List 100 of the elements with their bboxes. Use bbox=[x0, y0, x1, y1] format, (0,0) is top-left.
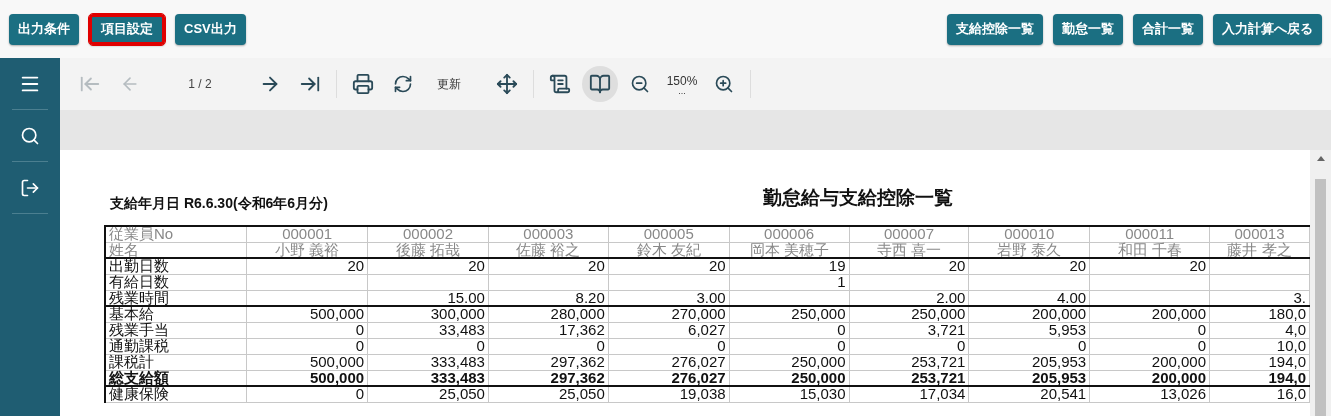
zoom-more[interactable]: ... bbox=[678, 88, 686, 94]
table-cell: 鈴木 友紀 bbox=[608, 242, 730, 258]
table-cell: 15,030 bbox=[729, 386, 850, 402]
row-label: 通勤課税 bbox=[105, 338, 247, 354]
row-label: 残業手当 bbox=[105, 322, 247, 338]
table-cell: 250,000 bbox=[849, 306, 969, 322]
toolbar-button[interactable]: 入力計算へ戻る bbox=[1213, 13, 1322, 45]
table-cell: 後藤 拓哉 bbox=[367, 242, 489, 258]
table-cell: 5,953 bbox=[968, 322, 1090, 338]
table-cell: 280,000 bbox=[488, 306, 609, 322]
table-cell: 276,027 bbox=[608, 370, 730, 386]
book-icon[interactable] bbox=[582, 66, 618, 102]
table-cell: 20 bbox=[367, 258, 489, 274]
table-cell: 000013 bbox=[1209, 226, 1310, 242]
zoom-level[interactable]: 150% bbox=[666, 74, 698, 88]
table-cell: 276,027 bbox=[608, 354, 730, 370]
table-cell: 250,000 bbox=[729, 306, 850, 322]
exit-icon[interactable] bbox=[20, 177, 40, 198]
table-cell: 藤井 孝之 bbox=[1209, 242, 1310, 258]
table-cell: 4,0 bbox=[1209, 322, 1310, 338]
toolbar-button[interactable]: 合計一覧 bbox=[1133, 13, 1203, 45]
row-label: 健康保険 bbox=[105, 386, 247, 402]
table-cell: 20 bbox=[488, 258, 609, 274]
table-cell: 4.00 bbox=[968, 290, 1090, 306]
toolbar-button[interactable]: 項目設定 bbox=[89, 13, 165, 45]
table-cell: 000010 bbox=[968, 226, 1090, 242]
scroll-up-icon[interactable] bbox=[1316, 156, 1325, 161]
table-cell: 253,721 bbox=[849, 370, 969, 386]
table-cell: 297,362 bbox=[488, 354, 609, 370]
table-cell: 小野 義裕 bbox=[246, 242, 368, 258]
table-cell: 000001 bbox=[246, 226, 368, 242]
table-cell: 1 bbox=[729, 274, 850, 290]
refresh-label[interactable]: 更新 bbox=[437, 75, 461, 93]
row-label: 姓名 bbox=[105, 242, 247, 258]
table-cell: 3. bbox=[1209, 290, 1310, 306]
table-cell: 200,000 bbox=[1089, 370, 1210, 386]
table-cell: 0 bbox=[968, 338, 1090, 354]
row-label: 基本給 bbox=[105, 306, 247, 322]
table-cell: 180,0 bbox=[1209, 306, 1310, 322]
table-cell: 19 bbox=[729, 258, 850, 274]
page-indicator: 1 / 2 bbox=[187, 77, 213, 91]
table-cell: 0 bbox=[729, 322, 850, 338]
pay-date: 支給年月日 R6.6.30(令和6年6月分) bbox=[110, 195, 328, 213]
table-cell: 0 bbox=[246, 338, 368, 354]
table-cell: 寺西 喜一 bbox=[849, 242, 969, 258]
table-cell: 200,000 bbox=[1089, 354, 1210, 370]
table-cell: 0 bbox=[729, 338, 850, 354]
table-cell: 25,050 bbox=[367, 386, 489, 402]
table-cell: 6,027 bbox=[608, 322, 730, 338]
table-cell: 205,953 bbox=[968, 370, 1090, 386]
table-cell: 500,000 bbox=[246, 354, 368, 370]
table-cell: 300,000 bbox=[367, 306, 489, 322]
table-cell: 500,000 bbox=[246, 370, 368, 386]
table-cell: 3,721 bbox=[849, 322, 969, 338]
table-cell: 0 bbox=[1089, 338, 1210, 354]
row-label: 残業時間 bbox=[105, 290, 247, 306]
table-cell: 0 bbox=[1089, 322, 1210, 338]
table-cell: 20 bbox=[608, 258, 730, 274]
table-cell: 17,034 bbox=[849, 386, 969, 402]
table-cell: 000005 bbox=[608, 226, 730, 242]
table-cell: 0 bbox=[367, 338, 489, 354]
table-cell: 19,038 bbox=[608, 386, 730, 402]
report-title: 勤怠給与支給控除一覧 bbox=[762, 186, 953, 210]
toolbar-button[interactable]: 出力条件 bbox=[9, 13, 79, 45]
table-cell: 2.00 bbox=[849, 290, 969, 306]
toolbar-button[interactable]: 支給控除一覧 bbox=[947, 13, 1043, 45]
table-cell: 20 bbox=[968, 258, 1090, 274]
search-icon[interactable] bbox=[20, 125, 40, 146]
table-cell: 250,000 bbox=[729, 354, 850, 370]
toolbar-button[interactable]: CSV出力 bbox=[175, 13, 246, 45]
table-cell: 194,0 bbox=[1209, 354, 1310, 370]
toolbar-button[interactable]: 勤怠一覧 bbox=[1053, 13, 1123, 45]
table-cell: 000006 bbox=[729, 226, 850, 242]
table-cell: 270,000 bbox=[608, 306, 730, 322]
table-cell: 佐藤 裕之 bbox=[488, 242, 609, 258]
row-label: 出勤日数 bbox=[105, 258, 247, 274]
table-cell: 岩野 泰久 bbox=[968, 242, 1090, 258]
table-cell: 10,0 bbox=[1209, 338, 1310, 354]
table-cell: 33,483 bbox=[367, 322, 489, 338]
table-cell: 20 bbox=[849, 258, 969, 274]
table-cell: 333,483 bbox=[367, 370, 489, 386]
table-cell: 200,000 bbox=[968, 306, 1090, 322]
table-cell: 20 bbox=[246, 258, 368, 274]
table-cell: 297,362 bbox=[488, 370, 609, 386]
table-cell: 25,050 bbox=[488, 386, 609, 402]
table-cell: 和田 千春 bbox=[1089, 242, 1210, 258]
scrollbar[interactable] bbox=[1310, 150, 1331, 416]
table-cell: 500,000 bbox=[246, 306, 368, 322]
table-cell: 200,000 bbox=[1089, 306, 1210, 322]
table-cell: 0 bbox=[246, 322, 368, 338]
row-label: 課税計 bbox=[105, 354, 247, 370]
table-cell: 253,721 bbox=[849, 354, 969, 370]
table-cell: 000007 bbox=[849, 226, 969, 242]
table-cell: 岡本 美穂子 bbox=[729, 242, 850, 258]
row-label: 総支給額 bbox=[105, 370, 247, 386]
table-cell: 20,541 bbox=[968, 386, 1090, 402]
table-cell: 0 bbox=[488, 338, 609, 354]
table-cell: 20 bbox=[1089, 258, 1210, 274]
table-cell: 250,000 bbox=[729, 370, 850, 386]
table-cell: 3.00 bbox=[608, 290, 730, 306]
